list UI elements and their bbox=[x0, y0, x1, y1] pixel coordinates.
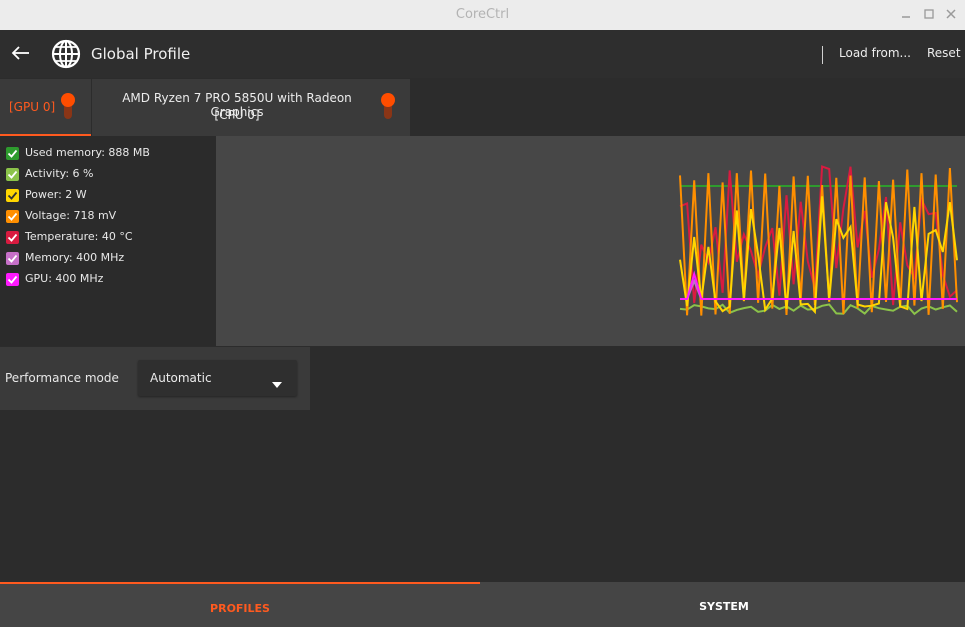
sensor-label: Activity: 6 % bbox=[25, 167, 94, 180]
bottom-navigation: PROFILES SYSTEM bbox=[0, 582, 965, 627]
sensor-legend: Used memory: 888 MB Activity: 6 % Power:… bbox=[0, 136, 216, 346]
performance-mode-panel: Performance mode Automatic bbox=[0, 347, 310, 410]
sensor-label: Power: 2 W bbox=[25, 188, 87, 201]
checkbox-icon[interactable] bbox=[6, 189, 19, 202]
load-from-button[interactable]: Load from... bbox=[839, 46, 911, 60]
sensor-label: GPU: 400 MHz bbox=[25, 272, 104, 285]
tab-system-label: SYSTEM bbox=[699, 600, 749, 613]
maximize-icon[interactable] bbox=[921, 6, 937, 22]
chevron-down-icon bbox=[271, 374, 283, 388]
checkbox-icon[interactable] bbox=[6, 210, 19, 223]
performance-mode-dropdown[interactable]: Automatic bbox=[138, 360, 297, 396]
sensor-label: Voltage: 718 mV bbox=[25, 209, 117, 222]
sensor-label: Used memory: 888 MB bbox=[25, 146, 150, 159]
tab-cpu0[interactable]: AMD Ryzen 7 PRO 5850U with Radeon Graphi… bbox=[92, 79, 410, 136]
performance-mode-value: Automatic bbox=[150, 371, 212, 385]
globe-icon bbox=[50, 38, 82, 70]
sensor-graph-plot bbox=[679, 165, 958, 316]
back-arrow-icon[interactable] bbox=[10, 42, 32, 64]
tab-profiles-label: PROFILES bbox=[210, 602, 270, 615]
sensor-label: Temperature: 40 °C bbox=[25, 230, 133, 243]
minimize-icon[interactable] bbox=[898, 6, 914, 22]
performance-mode-label: Performance mode bbox=[5, 371, 119, 385]
checkbox-icon[interactable] bbox=[6, 147, 19, 160]
sensor-label: Memory: 400 MHz bbox=[25, 251, 125, 264]
tab-system[interactable]: SYSTEM bbox=[483, 582, 965, 627]
cpu0-enable-toggle[interactable] bbox=[381, 93, 395, 121]
reset-button[interactable]: Reset bbox=[927, 46, 961, 60]
tab-cpu0-label-line2: [CPU 0] bbox=[214, 108, 260, 122]
gpu0-enable-toggle[interactable] bbox=[61, 93, 75, 121]
tab-gpu0-label: [GPU 0] bbox=[9, 100, 56, 114]
close-icon[interactable] bbox=[943, 6, 959, 22]
checkbox-icon[interactable] bbox=[6, 252, 19, 265]
checkbox-icon[interactable] bbox=[6, 168, 19, 181]
sensor-graph bbox=[216, 136, 965, 346]
device-tabs: [GPU 0] AMD Ryzen 7 PRO 5850U with Radeo… bbox=[0, 79, 965, 136]
window-titlebar: CoreCtrl bbox=[0, 0, 965, 30]
tab-gpu0[interactable]: [GPU 0] bbox=[0, 79, 91, 136]
checkbox-icon[interactable] bbox=[6, 231, 19, 244]
tab-profiles[interactable]: PROFILES bbox=[0, 582, 480, 627]
checkbox-icon[interactable] bbox=[6, 273, 19, 286]
window-title: CoreCtrl bbox=[455, 7, 510, 22]
profile-header: Global Profile Load from... Reset bbox=[0, 30, 965, 78]
header-divider bbox=[822, 46, 823, 64]
page-title: Global Profile bbox=[91, 45, 191, 63]
